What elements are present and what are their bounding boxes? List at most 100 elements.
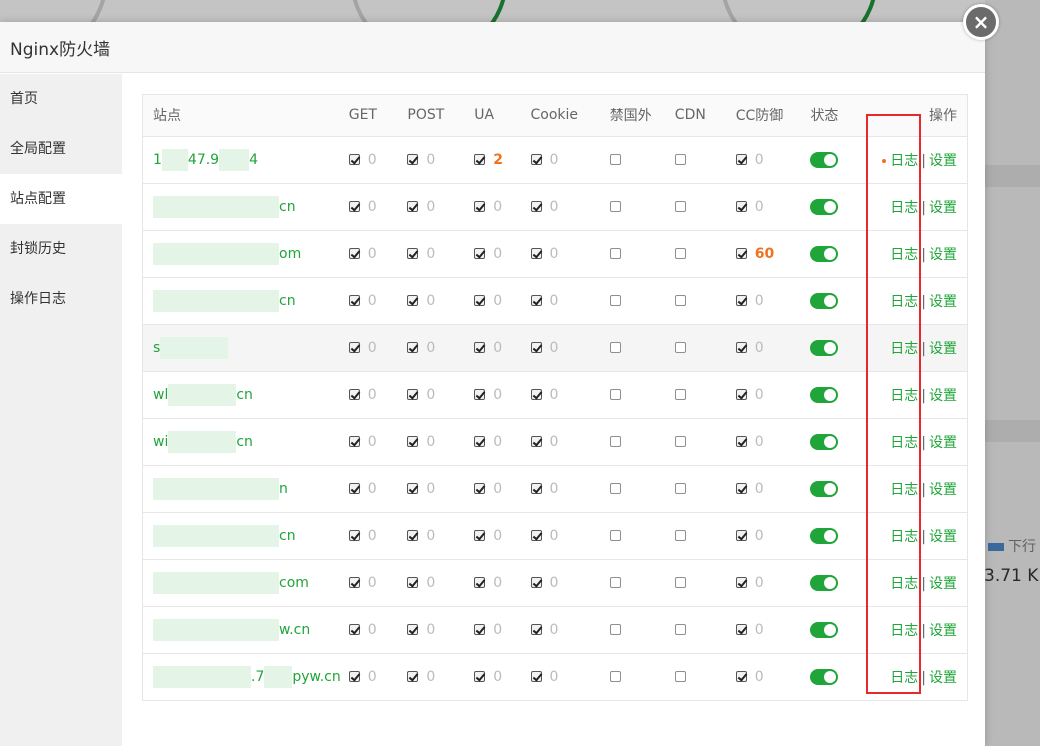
site-link[interactable]: xxcom (153, 571, 309, 594)
post-checkbox[interactable] (407, 436, 419, 447)
log-link[interactable]: 日志 (890, 529, 918, 545)
ua-checkbox[interactable] (474, 154, 486, 165)
cookie-checkbox[interactable] (530, 483, 542, 494)
settings-link[interactable]: 设置 (929, 435, 957, 451)
post-checkbox[interactable] (407, 154, 419, 165)
status-toggle[interactable] (810, 433, 839, 450)
ban_foreign-checkbox[interactable] (609, 248, 621, 259)
cookie-checkbox[interactable] (530, 624, 542, 635)
cookie-checkbox[interactable] (530, 201, 542, 212)
log-link[interactable]: 日志 (890, 482, 918, 498)
post-checkbox[interactable] (407, 624, 419, 635)
ua-checkbox[interactable] (474, 248, 486, 259)
ua-checkbox[interactable] (474, 577, 486, 588)
log-link[interactable]: 日志 (890, 341, 918, 357)
log-link[interactable]: 日志 (890, 670, 918, 686)
site-link[interactable]: xxcn (153, 195, 296, 218)
cdn-checkbox[interactable] (674, 671, 686, 682)
status-toggle[interactable] (810, 198, 839, 215)
cdn-checkbox[interactable] (674, 436, 686, 447)
status-toggle[interactable] (810, 527, 839, 544)
settings-link[interactable]: 设置 (929, 576, 957, 592)
get-checkbox[interactable] (348, 624, 360, 635)
post-checkbox[interactable] (407, 342, 419, 353)
cc-checkbox[interactable] (735, 389, 747, 400)
ban_foreign-checkbox[interactable] (609, 201, 621, 212)
settings-link[interactable]: 设置 (929, 623, 957, 639)
site-link[interactable]: xxcn (153, 289, 296, 312)
site-link[interactable]: sxx (153, 336, 229, 359)
cc-checkbox[interactable] (735, 248, 747, 259)
log-link[interactable]: 日志 (890, 388, 918, 404)
ban_foreign-checkbox[interactable] (609, 436, 621, 447)
cc-checkbox[interactable] (735, 342, 747, 353)
status-toggle[interactable] (810, 386, 839, 403)
cdn-checkbox[interactable] (674, 295, 686, 306)
ban_foreign-checkbox[interactable] (609, 154, 621, 165)
post-checkbox[interactable] (407, 295, 419, 306)
log-link[interactable]: 日志 (890, 200, 918, 216)
site-link[interactable]: x.7xpyw.cn (153, 665, 341, 688)
cdn-checkbox[interactable] (674, 577, 686, 588)
cookie-checkbox[interactable] (530, 577, 542, 588)
post-checkbox[interactable] (407, 530, 419, 541)
cdn-checkbox[interactable] (674, 201, 686, 212)
ua-checkbox[interactable] (474, 624, 486, 635)
ban_foreign-checkbox[interactable] (609, 483, 621, 494)
cdn-checkbox[interactable] (674, 530, 686, 541)
log-link[interactable]: 日志 (890, 153, 918, 169)
cc-checkbox[interactable] (735, 154, 747, 165)
log-link[interactable]: 日志 (890, 435, 918, 451)
cc-checkbox[interactable] (735, 577, 747, 588)
cdn-checkbox[interactable] (674, 483, 686, 494)
get-checkbox[interactable] (348, 671, 360, 682)
status-toggle[interactable] (810, 151, 839, 168)
get-checkbox[interactable] (348, 295, 360, 306)
ua-checkbox[interactable] (474, 295, 486, 306)
cc-checkbox[interactable] (735, 530, 747, 541)
get-checkbox[interactable] (348, 342, 360, 353)
cc-checkbox[interactable] (735, 671, 747, 682)
site-link[interactable]: xxom (153, 242, 301, 265)
settings-link[interactable]: 设置 (929, 153, 957, 169)
site-link[interactable]: 1x47.9x4 (153, 148, 258, 171)
get-checkbox[interactable] (348, 436, 360, 447)
log-link[interactable]: 日志 (890, 247, 918, 263)
settings-link[interactable]: 设置 (929, 388, 957, 404)
ban_foreign-checkbox[interactable] (609, 624, 621, 635)
status-toggle[interactable] (810, 668, 839, 685)
post-checkbox[interactable] (407, 248, 419, 259)
ua-checkbox[interactable] (474, 483, 486, 494)
site-link[interactable]: xxn (153, 477, 288, 500)
cdn-checkbox[interactable] (674, 389, 686, 400)
sidebar-item-site-config[interactable]: 站点配置 (0, 174, 122, 224)
post-checkbox[interactable] (407, 389, 419, 400)
get-checkbox[interactable] (348, 577, 360, 588)
ban_foreign-checkbox[interactable] (609, 342, 621, 353)
status-toggle[interactable] (810, 292, 839, 309)
ua-checkbox[interactable] (474, 389, 486, 400)
status-toggle[interactable] (810, 245, 839, 262)
ua-checkbox[interactable] (474, 201, 486, 212)
sidebar-item-block-history[interactable]: 封锁历史 (0, 224, 122, 274)
cookie-checkbox[interactable] (530, 530, 542, 541)
site-link[interactable]: xxcn (153, 524, 296, 547)
cookie-checkbox[interactable] (530, 248, 542, 259)
sidebar-item-operation-log[interactable]: 操作日志 (0, 274, 122, 324)
cdn-checkbox[interactable] (674, 624, 686, 635)
settings-link[interactable]: 设置 (929, 247, 957, 263)
ban_foreign-checkbox[interactable] (609, 389, 621, 400)
cookie-checkbox[interactable] (530, 154, 542, 165)
get-checkbox[interactable] (348, 154, 360, 165)
cc-checkbox[interactable] (735, 436, 747, 447)
cc-checkbox[interactable] (735, 295, 747, 306)
cookie-checkbox[interactable] (530, 671, 542, 682)
site-link[interactable]: wlxxcn (153, 383, 253, 406)
site-link[interactable]: xxw.cn (153, 618, 310, 641)
cdn-checkbox[interactable] (674, 154, 686, 165)
cookie-checkbox[interactable] (530, 295, 542, 306)
settings-link[interactable]: 设置 (929, 294, 957, 310)
post-checkbox[interactable] (407, 483, 419, 494)
log-link[interactable]: 日志 (890, 576, 918, 592)
ua-checkbox[interactable] (474, 436, 486, 447)
